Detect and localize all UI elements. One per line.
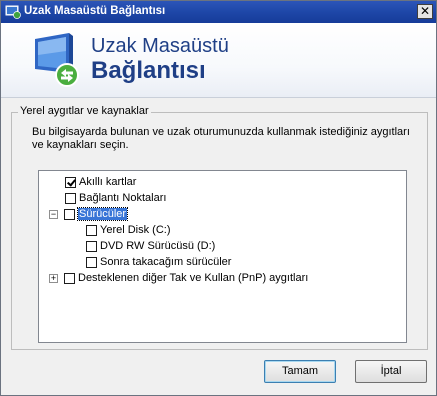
checkbox-pnp-devices[interactable] — [64, 272, 75, 284]
checkbox-dvd-drive[interactable] — [86, 240, 97, 252]
cancel-button[interactable]: İptal — [355, 360, 427, 383]
checkbox-ports[interactable] — [65, 192, 76, 204]
checkbox-later-drives[interactable] — [86, 256, 97, 268]
group-label: Yerel aygıtlar ve kaynaklar — [18, 105, 151, 117]
close-button[interactable]: ✕ — [417, 4, 433, 19]
expand-icon[interactable]: + — [49, 273, 58, 283]
checkbox-local-disk[interactable] — [86, 224, 97, 236]
device-tree[interactable]: Akıllı kartlar Bağlantı Noktaları − Sürü… — [38, 170, 407, 343]
remote-desktop-logo — [35, 33, 79, 87]
checkbox-drives[interactable] — [64, 208, 75, 220]
banner-title-line1: Uzak Masaüstü — [91, 35, 229, 57]
title-bar[interactable]: Uzak Masaüstü Bağlantısı ✕ — [1, 1, 436, 23]
tree-item-label: Sonra takacağım sürücüler — [100, 256, 232, 268]
checkbox-smart-cards[interactable] — [65, 176, 76, 188]
close-icon: ✕ — [419, 4, 431, 18]
tree-item-local-disk[interactable]: Yerel Disk (C:) — [86, 222, 171, 238]
tree-item-label: Bağlantı Noktaları — [79, 192, 167, 204]
tree-item-label: Yerel Disk (C:) — [100, 224, 171, 236]
tree-item-later-drives[interactable]: Sonra takacağım sürücüler — [86, 254, 231, 270]
tree-item-label: Sürücüler — [76, 207, 129, 221]
remote-desktop-icon — [5, 5, 21, 19]
tree-item-dvd-drive[interactable]: DVD RW Sürücüsü (D:) — [86, 238, 215, 254]
local-devices-group: Yerel aygıtlar ve kaynaklar Bu bilgisaya… — [11, 105, 428, 350]
tree-item-ports[interactable]: Bağlantı Noktaları — [65, 190, 166, 206]
banner: Uzak Masaüstü Bağlantısı — [1, 23, 436, 98]
tree-item-label: DVD RW Sürücüsü (D:) — [100, 240, 216, 252]
group-description: Bu bilgisayarda bulunan ve uzak oturumun… — [32, 126, 410, 151]
banner-title-line2: Bağlantısı — [91, 57, 206, 84]
tree-item-label: Akıllı kartlar — [79, 176, 137, 188]
window-title: Uzak Masaüstü Bağlantısı — [24, 5, 166, 17]
ok-button[interactable]: Tamam — [264, 360, 336, 383]
tree-item-smart-cards[interactable]: Akıllı kartlar — [65, 174, 136, 190]
tree-item-pnp-devices[interactable]: + Desteklenen diğer Tak ve Kullan (PnP) … — [49, 270, 308, 286]
tree-item-drives[interactable]: − Sürücüler — [49, 206, 129, 222]
tree-item-label: Desteklenen diğer Tak ve Kullan (PnP) ay… — [78, 272, 309, 284]
collapse-icon[interactable]: − — [49, 209, 58, 219]
dialog-window: Uzak Masaüstü Bağlantısı ✕ Uzak Masaüstü… — [0, 0, 437, 396]
